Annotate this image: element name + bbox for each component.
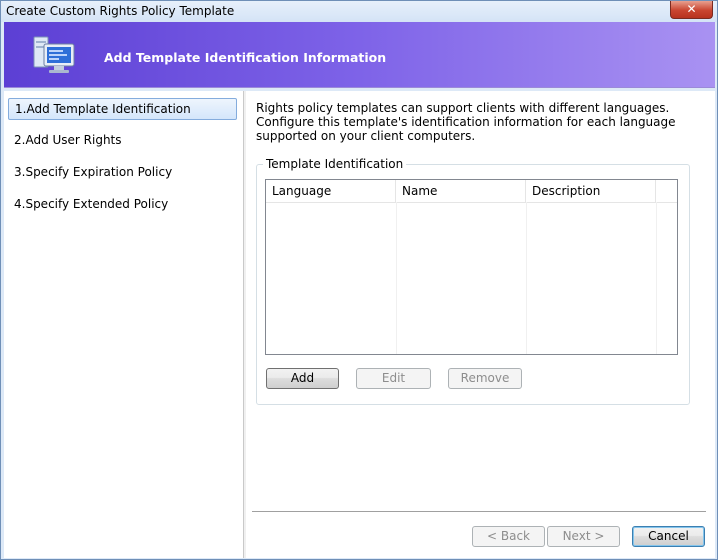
step-content-panel: Rights policy templates can support clie…: [246, 91, 715, 558]
list-header: Language Name Description: [266, 180, 677, 203]
group-label: Template Identification: [263, 157, 407, 171]
back-button[interactable]: < Back: [472, 526, 545, 547]
next-button[interactable]: Next >: [547, 526, 620, 547]
column-header-description[interactable]: Description: [526, 180, 656, 202]
banner-title: Add Template Identification Information: [104, 50, 387, 65]
column-divider: [396, 202, 397, 354]
step-description: Rights policy templates can support clie…: [256, 101, 676, 143]
column-header-language[interactable]: Language: [266, 180, 396, 202]
language-list-view[interactable]: Language Name Description: [265, 179, 678, 355]
wizard-steps-nav: 1.Add Template Identification 2.Add User…: [4, 91, 243, 558]
close-button[interactable]: ✕: [670, 1, 713, 19]
add-button[interactable]: Add: [266, 368, 339, 389]
nav-step-specify-extended-policy[interactable]: 4.Specify Extended Policy: [8, 194, 237, 216]
nav-step-add-user-rights[interactable]: 2.Add User Rights: [8, 130, 237, 152]
window-title: Create Custom Rights Policy Template: [6, 4, 235, 18]
cancel-button[interactable]: Cancel: [632, 526, 705, 547]
footer-divider: [252, 511, 706, 513]
header-banner: Add Template Identification Information: [4, 22, 715, 88]
wizard-window: Create Custom Rights Policy Template ✕ A…: [0, 0, 718, 560]
edit-button[interactable]: Edit: [356, 368, 431, 389]
remove-button[interactable]: Remove: [448, 368, 522, 389]
nav-step-specify-expiration-policy[interactable]: 3.Specify Expiration Policy: [8, 162, 237, 184]
column-divider: [656, 202, 657, 354]
nav-step-add-template-identification[interactable]: 1.Add Template Identification: [8, 98, 237, 120]
computer-monitor-icon: [33, 36, 75, 73]
column-header-name[interactable]: Name: [396, 180, 526, 202]
title-bar[interactable]: Create Custom Rights Policy Template ✕: [1, 1, 717, 22]
column-divider: [526, 202, 527, 354]
